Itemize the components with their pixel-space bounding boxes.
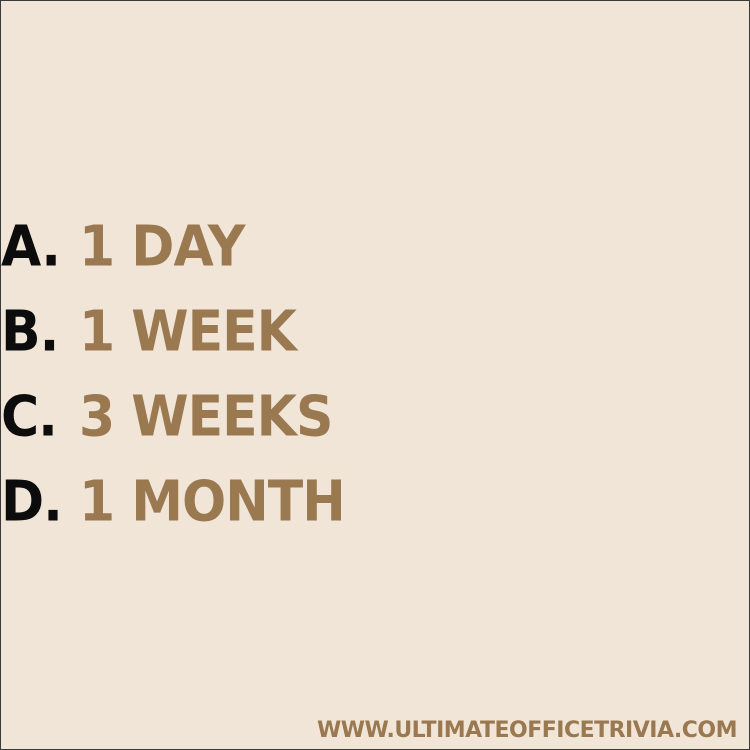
option-text: 1 MONTH [79, 469, 346, 535]
option-text: 3 WEEKS [79, 384, 333, 450]
answer-options-list: A. 1 DAY B. 1 WEEK C. 3 WEEKS D. 1 MONTH [1, 219, 346, 559]
answer-option-b: B. 1 WEEK [1, 304, 345, 396]
option-letter: B. [1, 299, 59, 365]
answer-option-c: C. 3 WEEKS [1, 389, 345, 481]
website-url: WWW.ULTIMATEOFFICETRIVIA.COM [316, 718, 738, 743]
option-text: 1 WEEK [79, 299, 297, 365]
option-text: 1 DAY [79, 214, 245, 280]
option-letter: D. [1, 469, 63, 535]
answer-option-d: D. 1 MONTH [1, 469, 346, 566]
answer-option-a: A. 1 DAY [1, 219, 345, 311]
trivia-card: A. 1 DAY B. 1 WEEK C. 3 WEEKS D. 1 MONTH… [0, 0, 750, 750]
option-letter: A. [1, 214, 61, 280]
option-letter: C. [1, 384, 58, 450]
